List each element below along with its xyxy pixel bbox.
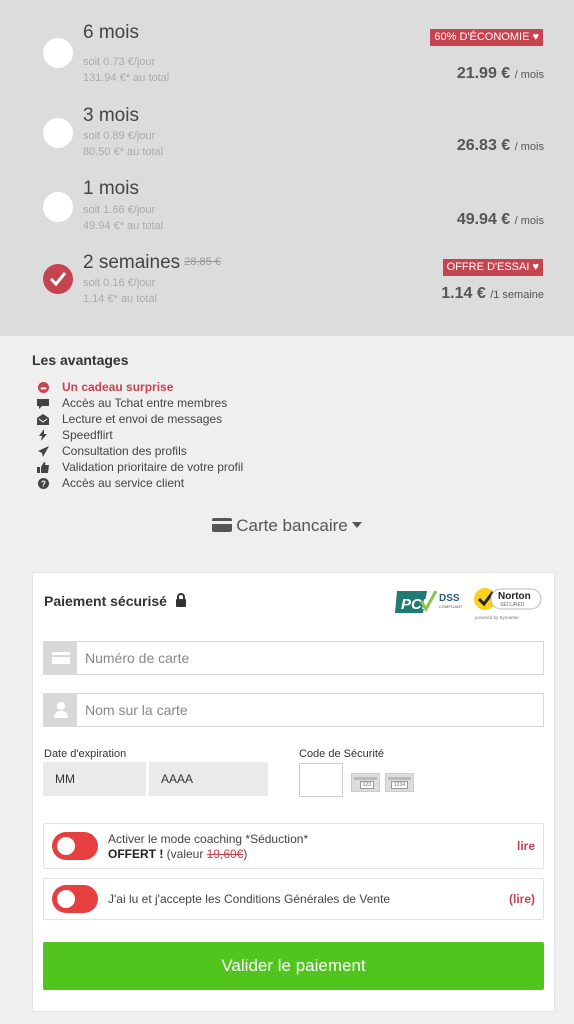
plan-1-month[interactable]: 1 mois soit 1.66 €/jour 49.94 €* au tota… [0, 170, 574, 244]
coaching-option: Activer le mode coaching *Séduction* OFF… [43, 823, 544, 869]
cvc-label: Code de Sécurité [299, 748, 384, 760]
card-number-field[interactable]: Numéro de carte [43, 641, 544, 675]
user-icon [44, 694, 77, 726]
plan-per-day: soit 1.66 €/jour [83, 204, 156, 216]
advantage-item: Accès au Tchat entre membres [37, 395, 377, 411]
advantage-item: Consultation des profils [37, 443, 377, 459]
plan-price: 21.99 € / mois [456, 65, 544, 82]
trial-badge: OFFRE D'ESSAI ♥ [442, 259, 543, 276]
question-icon: ? [37, 477, 49, 489]
plans-section: 6 mois soit 0.73 €/jour 131.94 €* au tot… [0, 0, 574, 336]
plan-total: 1.14 €* au total [83, 293, 158, 305]
card-number-input[interactable]: Numéro de carte [85, 650, 189, 666]
svg-text:DSS: DSS [439, 593, 460, 604]
advantage-item: Speedflirt [37, 427, 377, 443]
cgv-text: J'ai lu et j'accepte les Conditions Géné… [108, 892, 391, 906]
advantage-item: Validation prioritaire de votre profil [37, 459, 377, 475]
plan-per-day: soit 0.16 €/jour [83, 277, 156, 289]
plan-price: 26.83 € / mois [456, 137, 544, 154]
expiration-year-select[interactable]: AAAA [149, 762, 268, 796]
heart-icon: ♥ [532, 31, 539, 43]
plan-per-day: soit 0.89 €/jour [83, 130, 156, 142]
plan-2-weeks[interactable]: 2 semaines 28.85 € soit 0.16 €/jour 1.14 … [0, 244, 574, 318]
plan-price: 1.14 € /1 semaine [441, 285, 544, 302]
thumbs-up-icon [37, 461, 49, 473]
chat-icon [37, 397, 49, 409]
plan-title: 1 mois [83, 178, 139, 199]
advantage-item: Un cadeau surprise [37, 379, 377, 395]
plan-6-months[interactable]: 6 mois soit 0.73 €/jour 131.94 €* au tot… [0, 14, 574, 88]
plan-total: 131.94 €* au total [83, 72, 170, 84]
card-name-field[interactable]: Nom sur la carte [43, 693, 544, 727]
advantage-item: ? Accès au service client [37, 475, 377, 491]
cvc-input[interactable] [299, 763, 343, 797]
secure-payment-panel: Paiement sécurisé PCI DSS COMPLIANT Nort… [32, 572, 555, 1012]
credit-card-icon [44, 642, 77, 674]
smile-icon [37, 381, 49, 393]
plan-radio-checked[interactable] [43, 264, 73, 294]
plan-per-day: soit 0.73 €/jour [83, 56, 156, 68]
plan-radio[interactable] [43, 192, 73, 222]
plan-total: 80.50 €* au total [83, 146, 164, 158]
cgv-toggle[interactable] [52, 885, 98, 913]
secure-payment-title: Paiement sécurisé [44, 593, 187, 609]
expiration-month-select[interactable]: MM [43, 762, 146, 796]
coaching-text: Activer le mode coaching *Séduction* OFF… [108, 832, 309, 861]
send-icon [37, 445, 49, 457]
submit-payment-button[interactable]: Valider le paiement [43, 942, 544, 990]
plan-price: 49.94 € / mois [456, 211, 544, 228]
svg-text:SECURED: SECURED [500, 602, 525, 608]
card-name-input[interactable]: Nom sur la carte [85, 702, 188, 718]
credit-card-icon [212, 518, 233, 532]
advantage-item: Lecture et envoi de messages [37, 411, 377, 427]
plan-3-months[interactable]: 3 mois soit 0.89 €/jour 80.50 €* au tota… [0, 97, 574, 171]
cgv-option: J'ai lu et j'accepte les Conditions Géné… [43, 878, 544, 920]
lock-icon [175, 593, 186, 607]
cvc-card-back-icon: 1234 [385, 773, 414, 792]
svg-text:powered by Symantec: powered by Symantec [475, 615, 520, 620]
norton-secured-logo: Norton SECURED powered by Symantec [474, 588, 542, 620]
svg-text:Norton: Norton [498, 591, 531, 602]
bolt-icon [37, 429, 49, 441]
plan-title: 6 mois [83, 22, 139, 43]
expiration-label: Date d'expiration [44, 748, 127, 760]
plan-radio[interactable] [43, 38, 73, 68]
plan-radio[interactable] [43, 118, 73, 148]
plan-old-price: 28.85 € [184, 256, 221, 268]
svg-text:?: ? [40, 479, 45, 488]
cvc-card-back-icon: 123 [351, 773, 380, 792]
heart-icon: ♥ [532, 261, 539, 273]
pci-dss-logo: PCI DSS COMPLIANT [395, 590, 463, 613]
check-icon [49, 272, 67, 287]
svg-text:COMPLIANT: COMPLIANT [439, 604, 463, 609]
payment-method-label: Carte bancaire [236, 516, 348, 535]
coaching-read-link[interactable]: lire [517, 839, 535, 853]
savings-badge: 60% D'ÉCONOMIE ♥ [430, 29, 543, 46]
coaching-toggle[interactable] [52, 832, 98, 860]
plan-title: 3 mois [83, 105, 139, 126]
advantages-list: Un cadeau surprise Accès au Tchat entre … [37, 379, 377, 491]
mail-icon [37, 413, 49, 425]
cgv-read-link[interactable]: (lire) [509, 892, 535, 906]
caret-down-icon [351, 522, 362, 528]
advantages-title: Les avantages [32, 352, 129, 368]
plan-total: 49.94 €* au total [83, 220, 164, 232]
plan-title: 2 semaines 28.85 € [83, 252, 221, 273]
payment-method-selector[interactable]: Carte bancaire [0, 516, 574, 536]
